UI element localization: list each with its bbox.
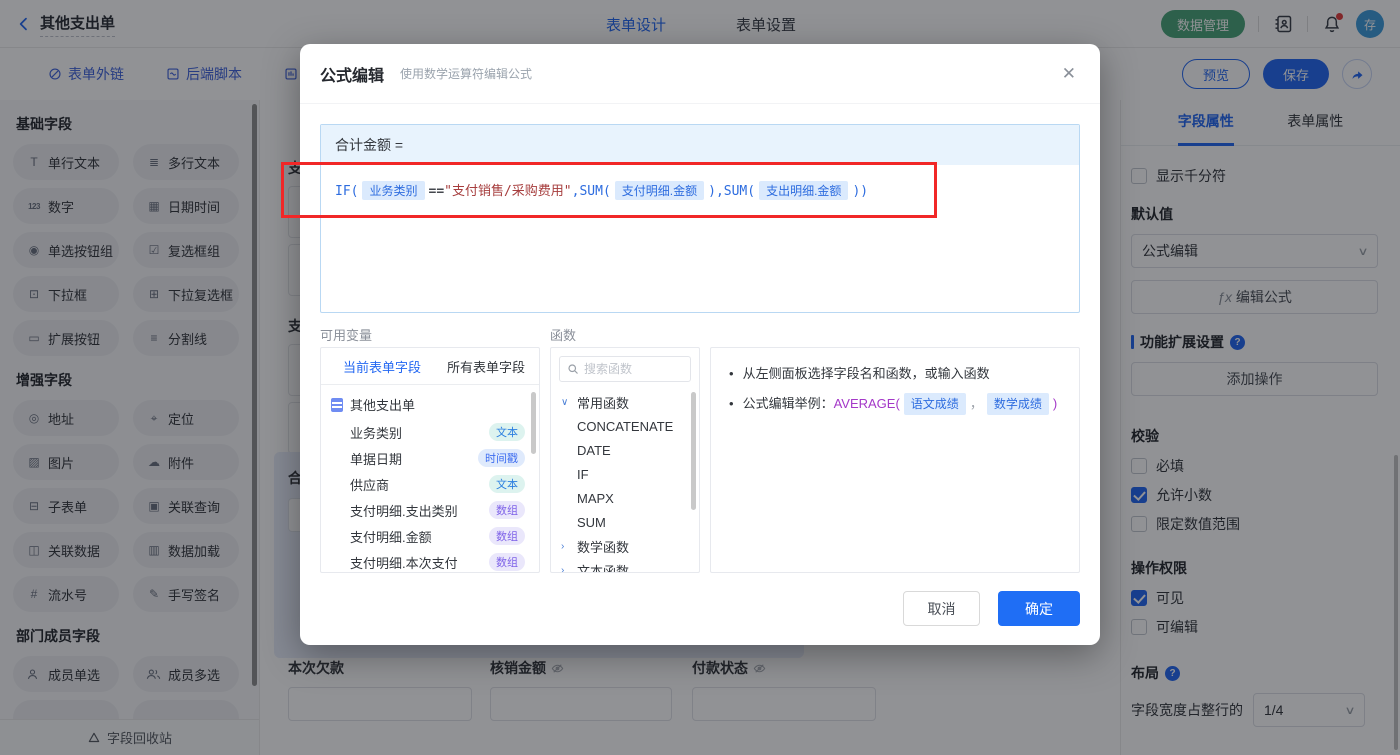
function-group-name: 常用函数	[577, 395, 630, 411]
tips-panel: 从左侧面板选择字段名和函数，或输入函数 公式编辑举例：AVERAGE(语文成绩，…	[710, 347, 1080, 573]
type-badge: 时间戳	[478, 449, 525, 467]
variable-row[interactable]: 支付明细.金额 数组	[321, 523, 539, 549]
tip-line-1: 从左侧面板选择字段名和函数，或输入函数	[729, 364, 1061, 384]
example-function-close: )	[1052, 396, 1058, 411]
type-badge: 数组	[489, 527, 525, 545]
field-chip[interactable]: 业务类别	[362, 181, 425, 200]
function-search-input[interactable]	[584, 362, 674, 376]
tab-all-form-fields[interactable]: 所有表单字段	[447, 357, 525, 376]
variable-row[interactable]: 业务类别 文本	[321, 419, 539, 445]
field-chip[interactable]: 支付明细.金额	[614, 181, 705, 200]
function-group-name: 文本函数	[577, 563, 630, 573]
function-group-name: 数学函数	[577, 539, 630, 555]
type-badge: 文本	[489, 475, 525, 493]
chevron-right-icon: ›	[561, 564, 565, 573]
field-chip[interactable]: 数学成绩	[986, 393, 1049, 415]
formula-token-fn: ),SUM(	[708, 184, 756, 199]
functions-scrollbar[interactable]	[691, 392, 696, 510]
app: 其他支出单 表单设计表单设置 数据管理 存 表单外链后端脚本数据权 预	[0, 0, 1400, 755]
field-chip[interactable]: 支出明细.金额	[759, 181, 849, 200]
formula-token-fn: ,SUM(	[571, 184, 611, 199]
confirm-button[interactable]: 确定	[998, 591, 1080, 626]
type-badge: 数组	[489, 553, 525, 571]
modal-subtitle: 使用数学运算符编辑公式	[400, 67, 533, 81]
type-badge: 文本	[489, 423, 525, 441]
modal-header: 公式编辑 使用数学运算符编辑公式 ✕	[300, 44, 1100, 104]
formula-token-str: "支付销售/采购费用"	[444, 184, 572, 199]
formula-token-fn: ))	[852, 184, 869, 199]
variable-row[interactable]: 支付明细.本次支付 数组	[321, 549, 539, 572]
function-item[interactable]: DATE	[551, 438, 699, 462]
function-group[interactable]: › 数学函数	[551, 534, 699, 558]
function-search[interactable]	[559, 356, 691, 382]
example-function-open: AVERAGE(	[833, 396, 900, 411]
search-icon	[568, 364, 578, 374]
tab-current-form-fields[interactable]: 当前表单字段	[343, 357, 421, 376]
cancel-button[interactable]: 取消	[903, 591, 980, 626]
type-badge: 数组	[489, 501, 525, 519]
variable-name: 支付明细.金额	[350, 529, 432, 545]
variable-name: 支付明细.支出类别	[350, 503, 458, 519]
chevron-down-icon: ∨	[561, 396, 569, 408]
comma: ，	[969, 396, 983, 411]
function-item[interactable]: IF	[551, 462, 699, 486]
tip-prefix: 公式编辑举例：	[742, 396, 834, 411]
variable-name: 供应商	[350, 477, 390, 493]
variable-row[interactable]: 供应商 文本	[321, 471, 539, 497]
tip-line-2: 公式编辑举例：AVERAGE(语文成绩，数学成绩)	[729, 393, 1061, 415]
function-item[interactable]: SUM	[551, 510, 699, 534]
function-group[interactable]: › 文本函数	[551, 558, 699, 573]
modal-title: 公式编辑	[320, 67, 385, 85]
functions-label: 函数	[550, 328, 577, 343]
field-chip[interactable]: 语文成绩	[903, 393, 966, 415]
formula-token-op: ==	[428, 184, 445, 199]
variable-name: 支付明细.本次支付	[350, 555, 458, 571]
formula-editor-modal: 公式编辑 使用数学运算符编辑公式 ✕ 合计金额 = IF(业务类别 =="支付销售…	[300, 44, 1100, 645]
function-group[interactable]: ∨ 常用函数	[551, 390, 699, 414]
form-doc-icon	[331, 397, 343, 412]
variable-name: 单据日期	[350, 451, 403, 467]
variables-panel: 当前表单字段 所有表单字段 其他支出单 业务类别 文本 单据日期 时间戳 供应商 文本 支付明…	[320, 347, 540, 573]
variables-label: 可用变量	[320, 328, 373, 343]
form-root-node[interactable]: 其他支出单	[321, 385, 539, 419]
formula-token-fn: IF(	[335, 184, 359, 199]
formula-target: 合计金额 =	[321, 125, 1079, 165]
formula-input-area[interactable]: IF(业务类别 =="支付销售/采购费用",SUM(支付明细.金额),SUM(支出…	[321, 165, 1079, 215]
variable-row[interactable]: 支付明细.支出类别 数组	[321, 497, 539, 523]
chevron-right-icon: ›	[561, 540, 565, 552]
functions-panel: ∨ 常用函数 CONCATENATEDATEIFMAPXSUM › 数学函数 › 文本函数	[550, 347, 700, 573]
close-icon[interactable]: ✕	[1062, 64, 1076, 84]
formula-editor: 合计金额 = IF(业务类别 =="支付销售/采购费用",SUM(支付明细.金额)…	[320, 124, 1080, 313]
function-item[interactable]: MAPX	[551, 486, 699, 510]
function-item[interactable]: CONCATENATE	[551, 414, 699, 438]
variable-name: 业务类别	[350, 425, 403, 441]
variables-scrollbar[interactable]	[531, 392, 536, 454]
variable-row[interactable]: 单据日期 时间戳	[321, 445, 539, 471]
